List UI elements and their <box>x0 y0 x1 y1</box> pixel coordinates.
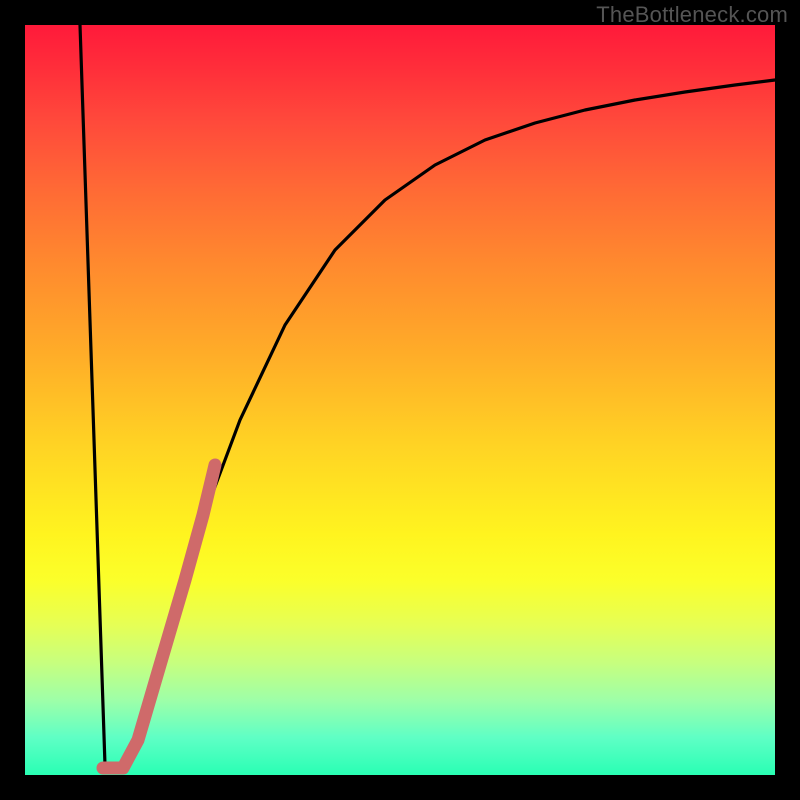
watermark-text: TheBottleneck.com <box>596 2 788 28</box>
chart-frame: TheBottleneck.com <box>0 0 800 800</box>
bottleneck-curve <box>80 25 775 770</box>
chart-svg <box>25 25 775 775</box>
highlight-segment <box>103 465 215 768</box>
